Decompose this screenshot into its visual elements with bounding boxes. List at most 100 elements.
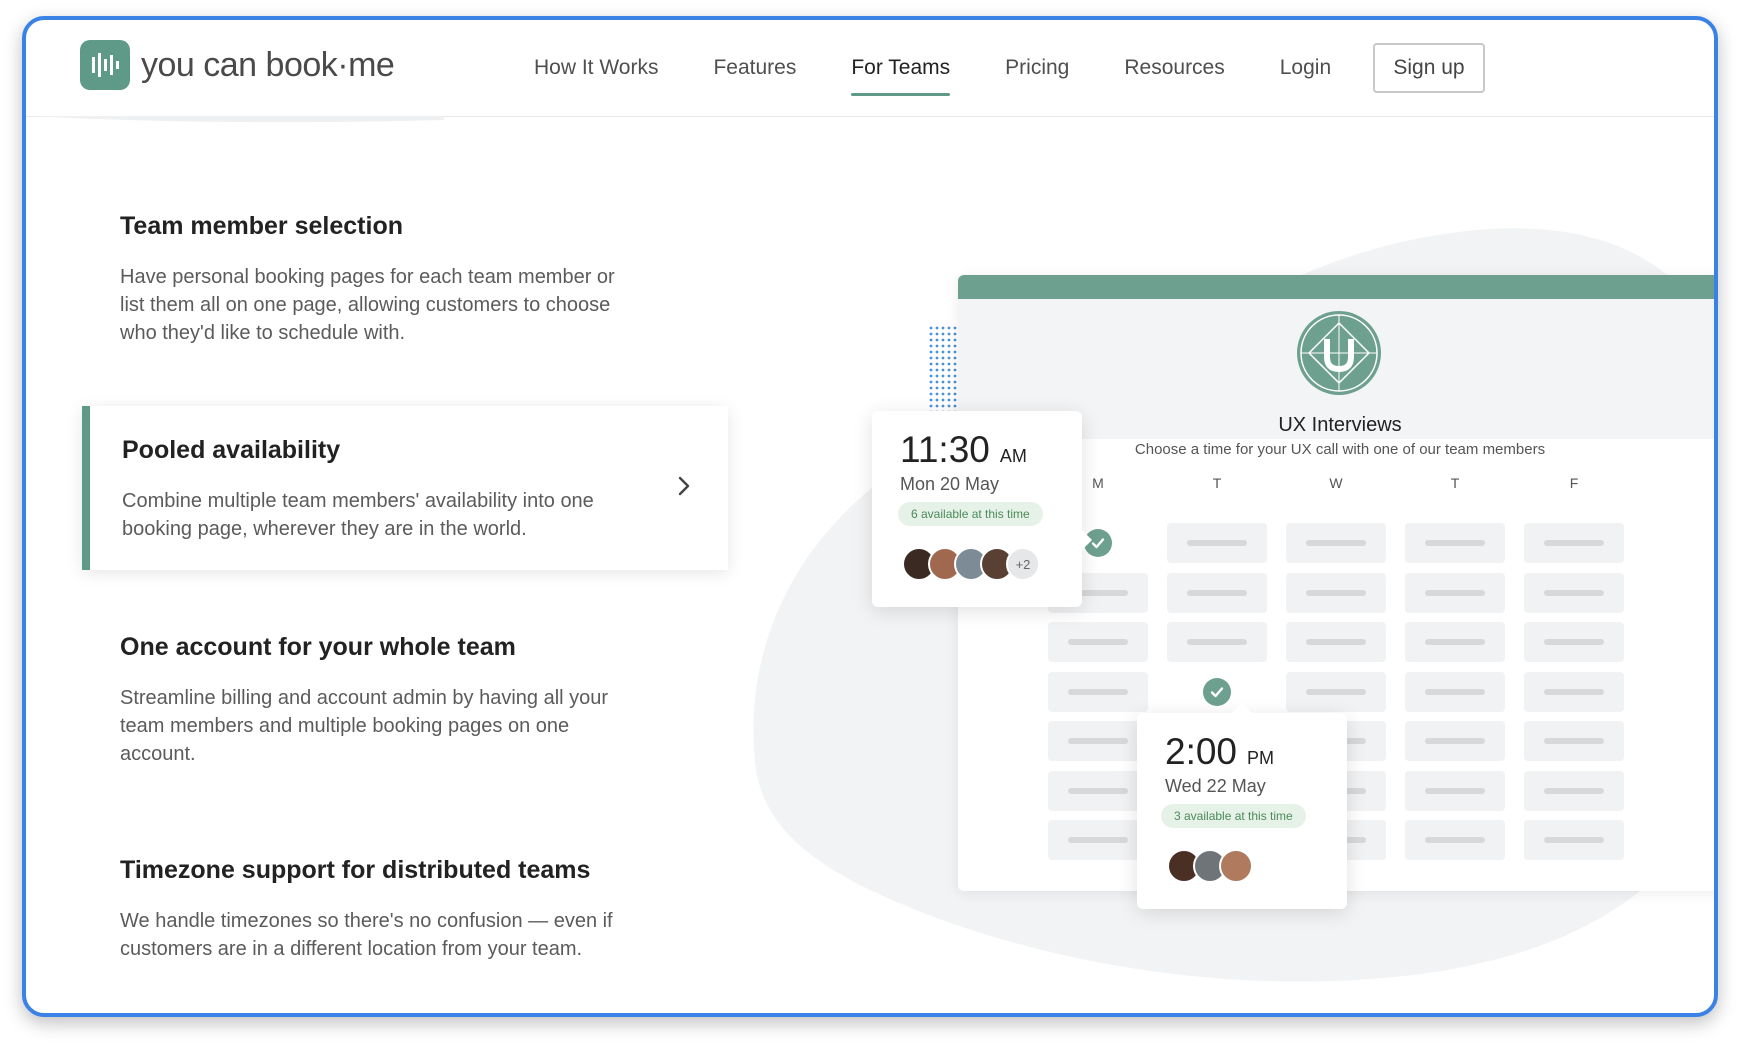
- slot-placeholder-bar: [1425, 639, 1485, 645]
- day-header-fri: F: [1569, 475, 1579, 491]
- popup-date: Wed 22 May: [1165, 776, 1266, 796]
- time-slot[interactable]: [1286, 622, 1386, 662]
- slot-placeholder-bar: [1544, 639, 1604, 645]
- time-slot[interactable]: [1167, 523, 1267, 563]
- header-wave: [26, 116, 445, 123]
- feature-pooled-availability[interactable]: Pooled availability Combine multiple tea…: [82, 406, 728, 570]
- avatar-group: +2: [902, 547, 1040, 581]
- feature-timezone-support: Timezone support for distributed teams W…: [120, 856, 640, 963]
- slot-placeholder-bar: [1068, 837, 1128, 843]
- time-slot[interactable]: [1524, 770, 1624, 811]
- slot-placeholder-bar: [1544, 738, 1604, 744]
- dot-pattern: [928, 325, 962, 411]
- popup-pointer: [1082, 530, 1092, 550]
- logo[interactable]: you can book·me: [80, 40, 395, 90]
- time-slot[interactable]: [1167, 672, 1267, 712]
- feature-title: Team member selection: [120, 212, 403, 240]
- main-nav: How It Works Features For Teams Pricing …: [534, 20, 1386, 116]
- time-slot[interactable]: [1048, 820, 1148, 860]
- slot-placeholder-bar: [1544, 787, 1604, 794]
- time-slot[interactable]: [1048, 770, 1148, 811]
- brand-name: you can book·me: [141, 45, 395, 84]
- slot-placeholder-bar: [1425, 837, 1485, 843]
- feature-description: Streamline billing and account admin by …: [120, 687, 609, 765]
- slot-placeholder-bar: [1187, 639, 1247, 645]
- popup-time: 2:00 PM: [1165, 731, 1275, 772]
- day-header-wed: W: [1329, 475, 1343, 491]
- time-slot[interactable]: [1524, 671, 1624, 712]
- slot-placeholder-bar: [1425, 540, 1485, 546]
- avatar-group: [1167, 849, 1253, 883]
- time-slot[interactable]: [1167, 622, 1267, 662]
- slot-placeholder-bar: [1187, 589, 1247, 596]
- popup-pointer: [1232, 703, 1252, 713]
- slot-placeholder-bar: [1068, 787, 1128, 794]
- nav-how-it-works[interactable]: How It Works: [534, 50, 658, 86]
- time-slot[interactable]: [1405, 523, 1505, 563]
- day-header-thu: T: [1450, 475, 1460, 491]
- avatar-more-count: +2: [1006, 547, 1040, 581]
- time-slot[interactable]: [1048, 721, 1148, 761]
- nav-for-teams[interactable]: For Teams: [851, 50, 950, 96]
- slot-placeholder-bar: [1425, 787, 1485, 794]
- time-slot[interactable]: [1286, 671, 1386, 712]
- popup-date: Mon 20 May: [900, 474, 1000, 494]
- time-slot[interactable]: [1524, 622, 1624, 662]
- check-icon: [1203, 677, 1231, 706]
- day-header-tue: T: [1212, 475, 1222, 491]
- popup-time: 11:30 AM: [900, 429, 1027, 470]
- availability-badge: 3 available at this time: [1161, 804, 1306, 828]
- logo-icon: [80, 40, 130, 90]
- nav-features[interactable]: Features: [713, 50, 796, 86]
- feature-description: Have personal booking pages for each tea…: [120, 266, 615, 344]
- slot-placeholder-bar: [1187, 540, 1247, 546]
- time-popup-200[interactable]: 2:00 PM Wed 22 May 3 available at this ti…: [1137, 713, 1347, 909]
- card-top-bar: [958, 275, 1714, 299]
- feature-description: Combine multiple team members' availabil…: [122, 490, 594, 540]
- feature-one-account: One account for your whole team Streamli…: [120, 633, 640, 768]
- slot-placeholder-bar: [1306, 540, 1366, 546]
- time-slot[interactable]: [1048, 622, 1148, 662]
- avatar: [1219, 849, 1253, 883]
- time-slot[interactable]: [1286, 523, 1386, 563]
- time-slot[interactable]: [1405, 820, 1505, 860]
- time-slot[interactable]: [1286, 572, 1386, 613]
- nav-resources[interactable]: Resources: [1124, 50, 1224, 86]
- time-slot[interactable]: [1524, 820, 1624, 860]
- time-slot[interactable]: [1524, 721, 1624, 761]
- time-slot[interactable]: [1405, 721, 1505, 761]
- time-popup-1130[interactable]: 11:30 AM Mon 20 May 6 available at this t…: [872, 411, 1082, 607]
- nav-login[interactable]: Login: [1280, 50, 1331, 86]
- availability-badge: 6 available at this time: [898, 502, 1043, 526]
- chevron-right-icon[interactable]: [672, 474, 696, 498]
- sign-up-button[interactable]: Sign up: [1373, 43, 1485, 93]
- site-header: you can book·me How It Works Features Fo…: [26, 20, 1714, 117]
- time-slot[interactable]: [1405, 622, 1505, 662]
- slot-placeholder-bar: [1544, 540, 1604, 546]
- slot-placeholder-bar: [1544, 589, 1604, 596]
- feature-title: Timezone support for distributed teams: [120, 856, 591, 884]
- time-slot[interactable]: [1524, 523, 1624, 563]
- slot-placeholder-bar: [1425, 688, 1485, 695]
- time-slot[interactable]: [1524, 572, 1624, 613]
- time-slot[interactable]: [1405, 671, 1505, 712]
- brand-emblem-icon: [1297, 311, 1381, 395]
- slot-placeholder-bar: [1306, 688, 1366, 695]
- feature-title: One account for your whole team: [120, 633, 516, 661]
- slot-placeholder-bar: [1068, 639, 1128, 645]
- feature-team-selection: Team member selection Have personal book…: [120, 212, 640, 347]
- feature-title: Pooled availability: [122, 436, 341, 464]
- slot-placeholder-bar: [1068, 738, 1128, 744]
- slot-placeholder-bar: [1306, 639, 1366, 645]
- slot-placeholder-bar: [1544, 837, 1604, 843]
- time-slot[interactable]: [1048, 671, 1148, 712]
- nav-pricing[interactable]: Pricing: [1005, 50, 1069, 86]
- browser-window: you can book·me How It Works Features Fo…: [22, 16, 1718, 1017]
- slot-placeholder-bar: [1544, 688, 1604, 695]
- slot-placeholder-bar: [1425, 738, 1485, 744]
- slot-placeholder-bar: [1306, 589, 1366, 596]
- time-slot[interactable]: [1405, 572, 1505, 613]
- time-slot[interactable]: [1405, 770, 1505, 811]
- feature-description: We handle timezones so there's no confus…: [120, 910, 613, 960]
- time-slot[interactable]: [1167, 572, 1267, 613]
